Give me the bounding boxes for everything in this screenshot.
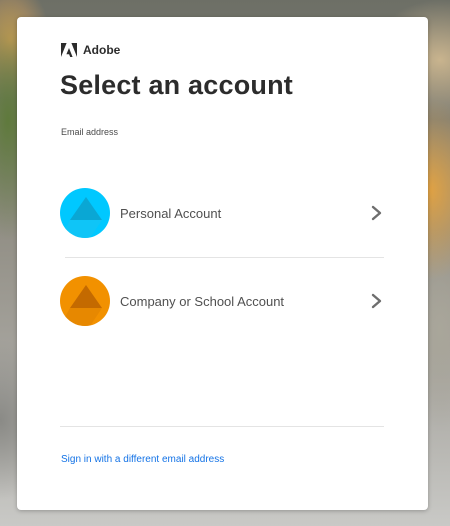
brand-header: Adobe: [61, 43, 120, 57]
different-email-link[interactable]: Sign in with a different email address: [61, 454, 224, 465]
adobe-logo-icon: [61, 43, 77, 57]
chevron-right-icon: [370, 293, 384, 309]
personal-account-label: Personal Account: [120, 205, 222, 221]
page-title: Select an account: [60, 70, 293, 100]
email-address-label: Email address: [61, 127, 119, 137]
divider: [60, 426, 384, 427]
divider: [65, 257, 384, 258]
company-account-option[interactable]: Company or School Account: [60, 271, 384, 331]
account-picker-dialog: Adobe Select an account Email address Pe…: [17, 17, 428, 510]
chevron-right-icon: [370, 205, 384, 221]
company-account-label: Company or School Account: [120, 293, 285, 309]
company-account-icon: [60, 276, 110, 326]
brand-name: Adobe: [83, 43, 121, 57]
personal-account-icon: [60, 188, 110, 238]
personal-account-option[interactable]: Personal Account: [60, 183, 384, 243]
